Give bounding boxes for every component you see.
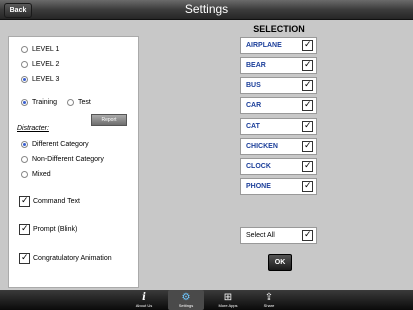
level-1-radio[interactable]	[21, 46, 28, 53]
command-text-option[interactable]: Command Text	[19, 195, 80, 207]
ok-button[interactable]: OK	[268, 254, 292, 271]
selection-item-checkbox[interactable]	[302, 120, 313, 132]
tab-settings[interactable]: ⚙ Settings	[168, 290, 204, 310]
selection-item-checkbox[interactable]	[302, 79, 313, 91]
selection-item-label: BUS	[246, 82, 261, 89]
selection-item-airplane[interactable]: AIRPLANE	[240, 37, 317, 54]
selection-item-bear[interactable]: BEAR	[240, 57, 317, 74]
congratulatory-checkbox[interactable]	[19, 252, 30, 264]
distracter-mixed-radio[interactable]	[21, 171, 28, 178]
selection-item-checkbox[interactable]	[302, 59, 313, 71]
selection-item-label: CAR	[246, 102, 262, 109]
distracter-heading: Distracter:	[17, 125, 49, 132]
selection-item-phone[interactable]: PHONE	[240, 178, 317, 195]
selection-item-car[interactable]: CAR	[240, 97, 317, 114]
selection-item-checkbox[interactable]	[302, 180, 313, 192]
level-3-option[interactable]: LEVEL 3	[21, 76, 59, 83]
tab-about-us-label: About Us	[135, 303, 153, 308]
bottom-tab-bar: i About Us ⚙ Settings ⊞ More Apps ⇪ Shar…	[0, 290, 413, 310]
selection-item-clock[interactable]: CLOCK	[240, 158, 317, 175]
distracter-different-option[interactable]: Different Category	[21, 141, 89, 148]
level-3-label: LEVEL 3	[32, 76, 60, 83]
level-2-radio[interactable]	[21, 61, 28, 68]
training-label: Training	[32, 99, 58, 106]
tab-share[interactable]: ⇪ Share	[251, 290, 287, 310]
select-all-checkbox[interactable]	[302, 229, 313, 241]
selection-item-cat[interactable]: CAT	[240, 118, 317, 135]
distracter-nondifferent-radio[interactable]	[21, 156, 28, 163]
level-3-radio[interactable]	[21, 76, 28, 83]
selection-item-checkbox[interactable]	[302, 99, 313, 111]
tab-share-label: Share	[263, 303, 275, 308]
prompt-blink-checkbox[interactable]	[19, 223, 30, 235]
test-option[interactable]: Test	[67, 99, 91, 106]
title-bar: Back Settings	[0, 0, 413, 20]
report-button[interactable]: Report	[91, 114, 127, 126]
share-icon: ⇪	[264, 292, 274, 303]
tab-settings-label: Settings	[178, 303, 194, 308]
selection-item-label: CHICKEN	[246, 143, 278, 150]
selection-item-checkbox[interactable]	[302, 160, 313, 172]
test-label: Test	[78, 99, 91, 106]
page-title: Settings	[184, 2, 229, 16]
level-2-label: LEVEL 2	[32, 61, 60, 68]
gear-icon: ⚙	[181, 292, 191, 303]
settings-panel: LEVEL 1 LEVEL 2 LEVEL 3 Training Test Re…	[8, 36, 139, 288]
command-text-label: Command Text	[33, 198, 80, 205]
level-1-option[interactable]: LEVEL 1	[21, 46, 59, 53]
congratulatory-label: Congratulatory Animation	[33, 255, 112, 262]
selection-title: SELECTION	[253, 24, 305, 34]
training-radio[interactable]	[21, 99, 28, 106]
distracter-mixed-option[interactable]: Mixed	[21, 171, 51, 178]
selection-item-checkbox[interactable]	[302, 140, 313, 152]
test-radio[interactable]	[67, 99, 74, 106]
selection-item-label: AIRPLANE	[246, 42, 282, 49]
distracter-nondifferent-label: Non-Different Category	[32, 156, 104, 163]
level-2-option[interactable]: LEVEL 2	[21, 61, 59, 68]
tab-more-apps-label: More Apps	[218, 303, 238, 308]
selection-item-chicken[interactable]: CHICKEN	[240, 138, 317, 155]
selection-item-label: BEAR	[246, 62, 266, 69]
distracter-different-radio[interactable]	[21, 141, 28, 148]
training-option[interactable]: Training	[21, 99, 57, 106]
command-text-checkbox[interactable]	[19, 195, 30, 207]
distracter-different-label: Different Category	[32, 141, 89, 148]
selection-item-label: CAT	[246, 123, 260, 130]
distracter-mixed-label: Mixed	[32, 171, 51, 178]
selection-item-label: CLOCK	[246, 163, 271, 170]
prompt-blink-option[interactable]: Prompt (Blink)	[19, 223, 78, 235]
select-all-label: Select All	[246, 232, 275, 239]
distracter-nondifferent-option[interactable]: Non-Different Category	[21, 156, 104, 163]
congratulatory-option[interactable]: Congratulatory Animation	[19, 252, 112, 264]
prompt-blink-label: Prompt (Blink)	[33, 226, 78, 233]
select-all-option[interactable]: Select All	[240, 227, 317, 244]
selection-item-checkbox[interactable]	[302, 39, 313, 51]
selection-item-bus[interactable]: BUS	[240, 77, 317, 94]
selection-item-label: PHONE	[246, 183, 271, 190]
level-1-label: LEVEL 1	[32, 46, 60, 53]
tab-about-us[interactable]: i About Us	[126, 290, 162, 310]
plus-icon: ⊞	[223, 292, 233, 303]
info-icon: i	[142, 292, 146, 303]
tab-more-apps[interactable]: ⊞ More Apps	[210, 290, 246, 310]
